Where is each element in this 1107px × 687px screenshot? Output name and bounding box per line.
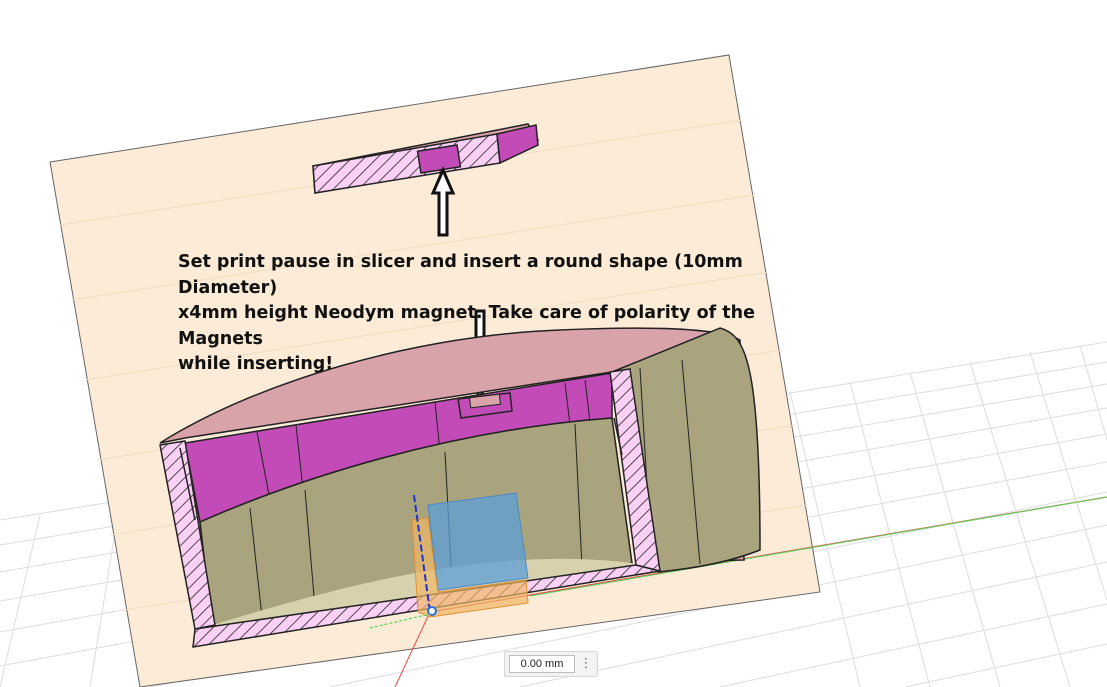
offset-distance-input[interactable] bbox=[509, 655, 575, 673]
instruction-annotation: Set print pause in slicer and insert a r… bbox=[178, 252, 755, 374]
more-options-icon[interactable]: ⋮ bbox=[579, 655, 593, 673]
offset-input-box: ⋮ bbox=[504, 651, 598, 677]
selection-box[interactable] bbox=[427, 492, 529, 591]
